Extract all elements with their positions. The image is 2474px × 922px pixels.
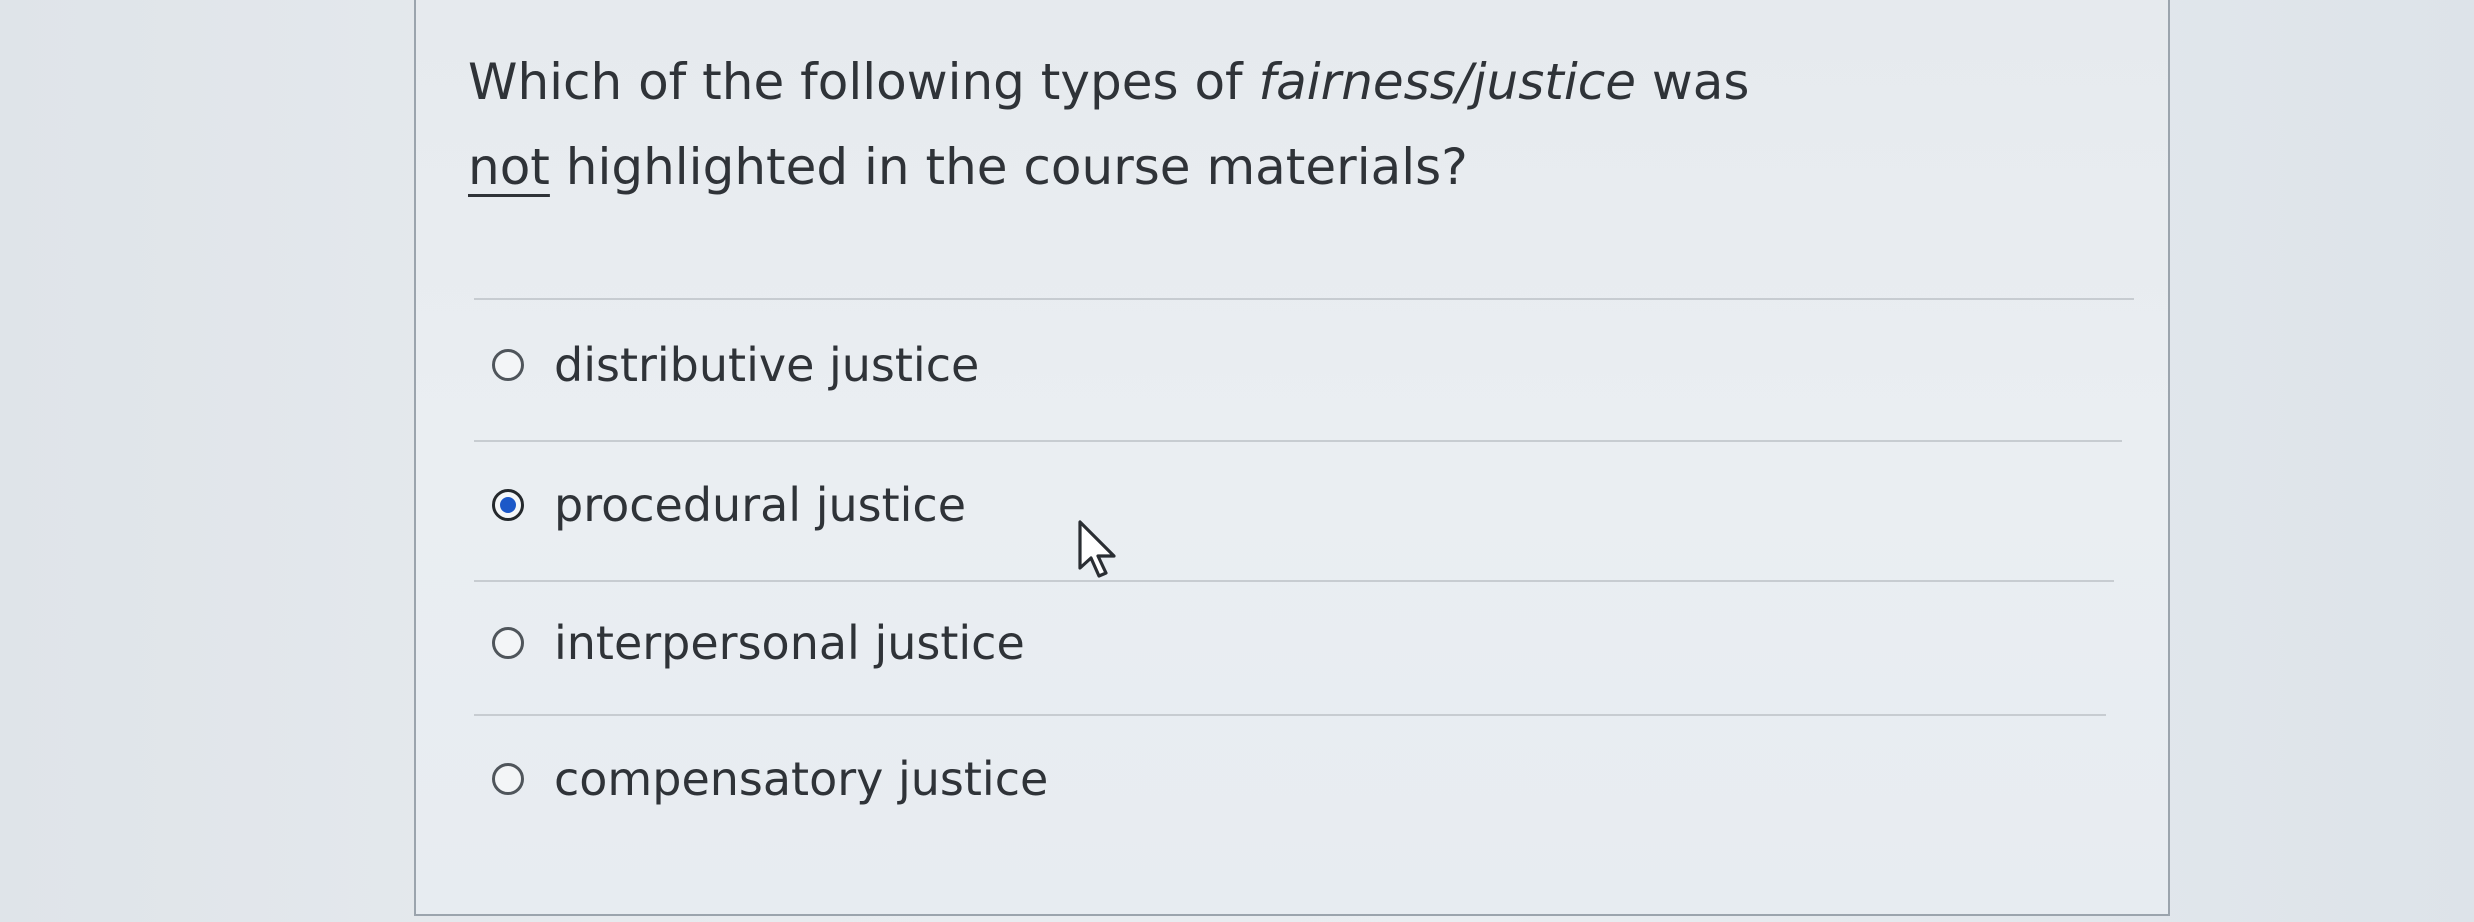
answer-option-label: distributive justice — [554, 338, 980, 392]
answer-option-label: compensatory justice — [554, 752, 1049, 806]
divider — [474, 714, 2106, 716]
answer-option-procedural[interactable]: procedural justice — [492, 470, 966, 540]
answer-option-label: interpersonal justice — [554, 616, 1025, 670]
question-text: Which of the following types of fairness… — [468, 40, 1768, 210]
answer-option-distributive[interactable]: distributive justice — [492, 330, 979, 400]
question-text-underlined: not — [468, 138, 550, 196]
answer-option-compensatory[interactable]: compensatory justice — [492, 744, 1048, 814]
pointer-arrow-icon — [1078, 520, 1116, 578]
question-text-part1: Which of the following types of — [468, 53, 1259, 111]
question-card: Which of the following types of fairness… — [414, 0, 2170, 916]
radio-button[interactable] — [492, 349, 524, 381]
divider — [474, 440, 2122, 442]
radio-button[interactable] — [492, 763, 524, 795]
answer-option-label: procedural justice — [554, 478, 967, 532]
question-text-italic: fairness/justice — [1258, 53, 1636, 111]
question-text-part2: was — [1636, 53, 1750, 111]
answer-option-interpersonal[interactable]: interpersonal justice — [492, 608, 1025, 678]
radio-button-selected[interactable] — [492, 489, 524, 521]
divider — [474, 298, 2134, 300]
radio-button[interactable] — [492, 627, 524, 659]
question-text-part3: highlighted in the course materials? — [549, 138, 1468, 196]
divider — [474, 580, 2114, 582]
